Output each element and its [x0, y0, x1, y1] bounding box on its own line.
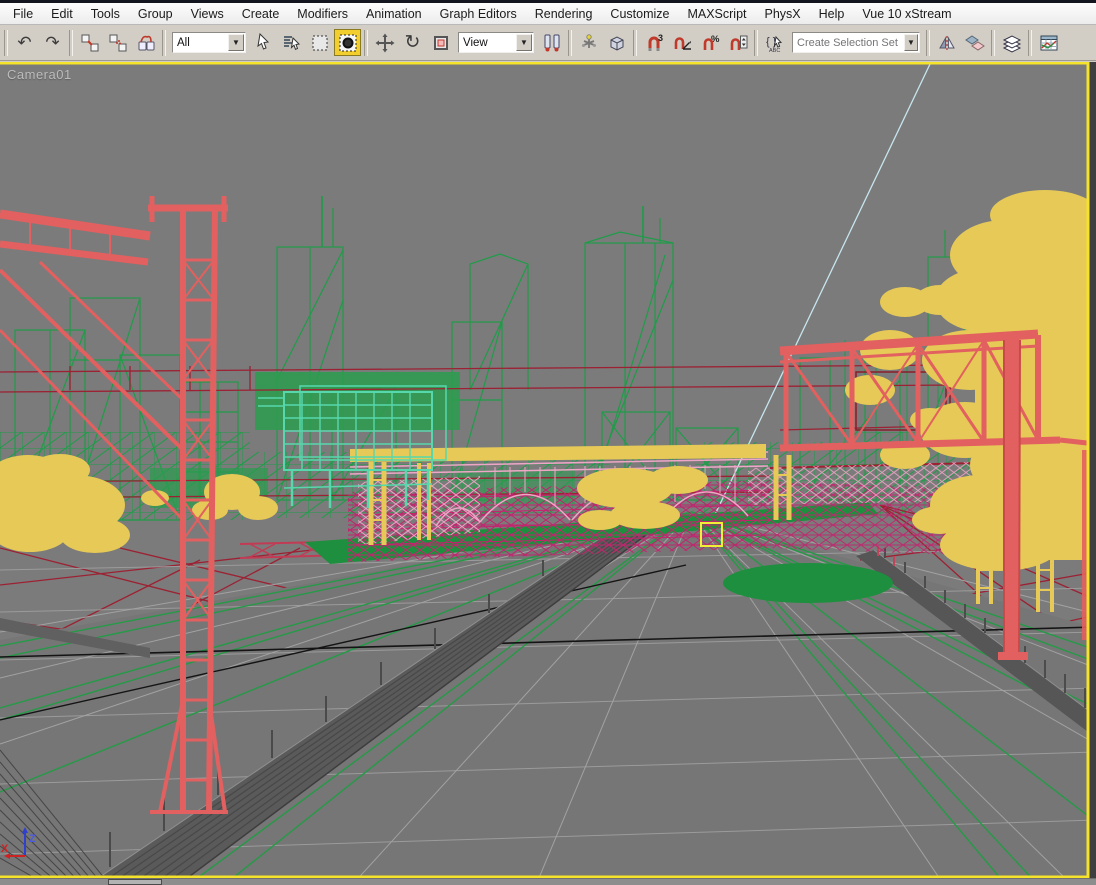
menu-maxscript[interactable]: MAXScript	[678, 5, 755, 23]
menu-vue-xstream[interactable]: Vue 10 xStream	[853, 5, 960, 23]
spinner-snap-icon[interactable]	[724, 29, 751, 56]
toolbar-separator	[991, 29, 995, 56]
toolbar-separator	[754, 29, 758, 56]
menu-rendering[interactable]: Rendering	[526, 5, 602, 23]
toolbar-separator	[926, 29, 930, 56]
select-by-name-icon[interactable]	[278, 29, 305, 56]
use-pivot-center-icon[interactable]	[538, 29, 565, 56]
chevron-down-icon[interactable]: ▼	[903, 34, 918, 51]
menu-customize[interactable]: Customize	[601, 5, 678, 23]
percent-snap-icon[interactable]: %	[696, 29, 723, 56]
svg-text:3: 3	[658, 33, 663, 43]
axis-x-label: X	[1, 843, 9, 855]
svg-text:%: %	[711, 34, 720, 45]
toolbar-separator	[69, 29, 73, 56]
menu-modifiers[interactable]: Modifiers	[288, 5, 357, 23]
crossing-selection-icon[interactable]	[334, 29, 361, 56]
select-scale-icon[interactable]	[427, 29, 454, 56]
main-toolbar: ↶ ↷ All ▼ ↻ View ▼ 3 % {} ABC Create Se…	[0, 25, 1096, 61]
selection-filter-dropdown[interactable]: All ▼	[172, 32, 246, 53]
select-object-icon[interactable]	[250, 29, 277, 56]
chevron-down-icon[interactable]: ▼	[228, 34, 244, 51]
menu-animation[interactable]: Animation	[357, 5, 431, 23]
camera-viewport[interactable]: Z X Camera01	[0, 61, 1096, 885]
select-move-icon[interactable]	[371, 29, 398, 56]
toolbar-separator	[568, 29, 572, 56]
toolbar-separator	[4, 29, 8, 56]
rectangular-selection-icon[interactable]	[306, 29, 333, 56]
toolbar-separator	[1028, 29, 1032, 56]
toolbar-separator	[162, 29, 166, 56]
viewport-scene: Z X	[0, 61, 1096, 885]
menu-help[interactable]: Help	[810, 5, 854, 23]
viewport-name-label[interactable]: Camera01	[7, 67, 72, 82]
keyboard-override-icon[interactable]	[603, 29, 630, 56]
bind-spacewarp-icon[interactable]	[132, 29, 159, 56]
clipped-toolbar-button[interactable]	[1063, 29, 1071, 56]
select-rotate-icon[interactable]: ↻	[399, 29, 426, 56]
redo-icon[interactable]: ↷	[39, 29, 66, 56]
menu-file[interactable]: File	[4, 5, 42, 23]
named-selection-input[interactable]	[797, 36, 903, 49]
menu-views[interactable]: Views	[182, 5, 233, 23]
reference-coordinate-value: View	[463, 36, 488, 49]
angle-snap-icon[interactable]	[668, 29, 695, 56]
toolbar-separator	[364, 29, 368, 56]
time-slider-strip[interactable]	[0, 878, 1096, 885]
named-selection-sets-icon[interactable]: { } ABC	[761, 29, 788, 56]
menu-physx[interactable]: PhysX	[756, 5, 810, 23]
reference-coordinate-dropdown[interactable]: View ▼	[458, 32, 534, 53]
curve-editor-icon[interactable]	[1035, 29, 1062, 56]
select-link-icon[interactable]	[76, 29, 103, 56]
menu-group[interactable]: Group	[129, 5, 182, 23]
menu-graph-editors[interactable]: Graph Editors	[431, 5, 526, 23]
layer-manager-icon[interactable]	[998, 29, 1025, 56]
toolbar-separator	[633, 29, 637, 56]
undo-icon[interactable]: ↶	[11, 29, 38, 56]
snap-toggle-icon[interactable]: 3	[640, 29, 667, 56]
selection-filter-value: All	[177, 36, 190, 49]
menu-edit[interactable]: Edit	[42, 5, 82, 23]
3dsmax-window: File Edit Tools Group Views Create Modif…	[0, 0, 1096, 885]
select-manipulate-icon[interactable]	[575, 29, 602, 56]
align-icon[interactable]	[961, 29, 988, 56]
svg-text:ABC: ABC	[769, 48, 780, 53]
menubar: File Edit Tools Group Views Create Modif…	[0, 3, 1096, 25]
axis-z-label: Z	[29, 833, 36, 845]
named-selection-combo[interactable]: ▼	[792, 32, 920, 53]
unlink-selection-icon[interactable]	[104, 29, 131, 56]
mirror-icon[interactable]	[933, 29, 960, 56]
time-slider-handle[interactable]	[108, 879, 162, 885]
menu-create[interactable]: Create	[233, 5, 289, 23]
green-bush	[723, 563, 893, 603]
menu-tools[interactable]: Tools	[82, 5, 129, 23]
chevron-down-icon[interactable]: ▼	[516, 34, 532, 51]
